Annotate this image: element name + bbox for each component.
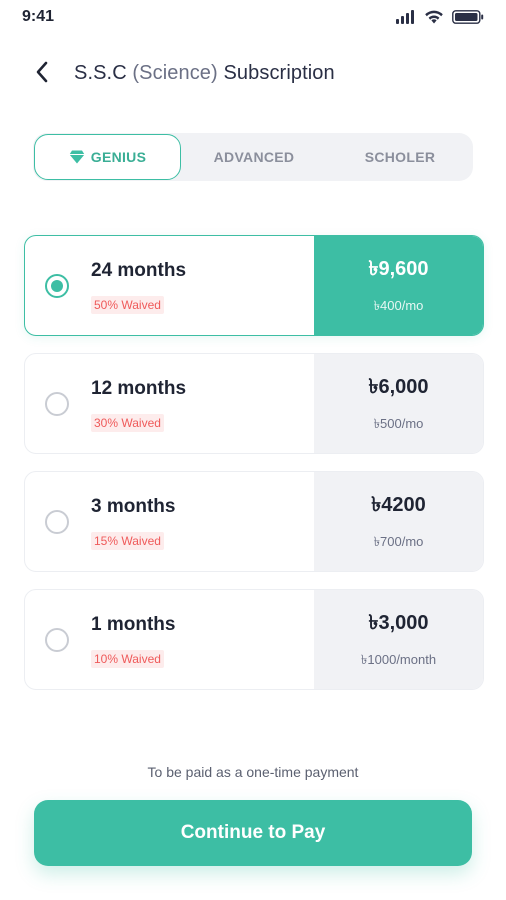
back-button[interactable]: [28, 60, 56, 88]
waived-badge: 50% Waived: [91, 296, 164, 314]
page-title-suffix: Subscription: [223, 62, 335, 84]
battery-icon: [452, 10, 484, 29]
plan-price: ৳4200: [371, 493, 426, 516]
tab-genius[interactable]: GENIUS: [34, 134, 181, 180]
radio-button[interactable]: [45, 510, 69, 534]
price-box: ৳6,000 ৳500/mo: [314, 354, 483, 453]
status-time: 9:41: [22, 8, 55, 25]
radio-button[interactable]: [45, 274, 69, 298]
waived-badge: 10% Waived: [91, 650, 164, 668]
tab-scholer-label: SCHOLER: [364, 149, 436, 165]
plan-per-month: ৳1000/month: [360, 651, 437, 667]
radio-button[interactable]: [45, 392, 69, 416]
waived-badge: 30% Waived: [91, 414, 164, 432]
plan-duration: 1 months: [91, 614, 176, 635]
chevron-left-icon: [35, 61, 49, 88]
plan-duration: 12 months: [91, 378, 187, 399]
plan-per-month: ৳500/mo: [373, 415, 424, 431]
status-icons: [396, 10, 484, 29]
price-box: ৳3,000 ৳1000/month: [314, 590, 483, 689]
tab-advanced[interactable]: ADVANCED: [181, 133, 327, 181]
plan-tier-tabs: GENIUS ADVANCED SCHOLER: [33, 133, 473, 181]
plan-duration: 24 months: [91, 260, 187, 281]
gem-icon: [69, 150, 85, 164]
page-title: S.S.C (Science) Subscription: [74, 62, 335, 85]
status-bar: 9:41: [0, 0, 506, 36]
price-box: ৳9,600 ৳400/mo: [314, 236, 483, 335]
plan-price: ৳9,600: [368, 257, 429, 280]
plan-price: ৳6,000: [368, 375, 429, 398]
tab-advanced-label: ADVANCED: [213, 149, 295, 165]
signal-icon: [396, 10, 416, 29]
plan-duration: 3 months: [91, 496, 176, 517]
plan-option-1-months[interactable]: 1 months 10% Waived ৳3,000 ৳1000/month: [24, 589, 484, 690]
plan-option-12-months[interactable]: 12 months 30% Waived ৳6,000 ৳500/mo: [24, 353, 484, 454]
page-title-paren: (Science): [132, 62, 218, 84]
radio-button[interactable]: [45, 628, 69, 652]
header: S.S.C (Science) Subscription: [0, 52, 506, 96]
payment-note: To be paid as a one-time payment: [147, 764, 359, 780]
wifi-icon: [424, 10, 444, 29]
plan-option-24-months[interactable]: 24 months 50% Waived ৳9,600 ৳400/mo: [24, 235, 484, 336]
continue-to-pay-button[interactable]: Continue to Pay: [34, 800, 472, 866]
plan-price: ৳3,000: [368, 611, 429, 634]
plan-per-month: ৳400/mo: [373, 297, 424, 313]
tab-scholer[interactable]: SCHOLER: [327, 133, 473, 181]
price-box: ৳4200 ৳700/mo: [314, 472, 483, 571]
waived-badge: 15% Waived: [91, 532, 164, 550]
tab-genius-label: GENIUS: [90, 149, 147, 165]
plan-per-month: ৳700/mo: [373, 533, 424, 549]
page-title-prefix: S.S.C: [74, 62, 127, 84]
plan-option-3-months[interactable]: 3 months 15% Waived ৳4200 ৳700/mo: [24, 471, 484, 572]
